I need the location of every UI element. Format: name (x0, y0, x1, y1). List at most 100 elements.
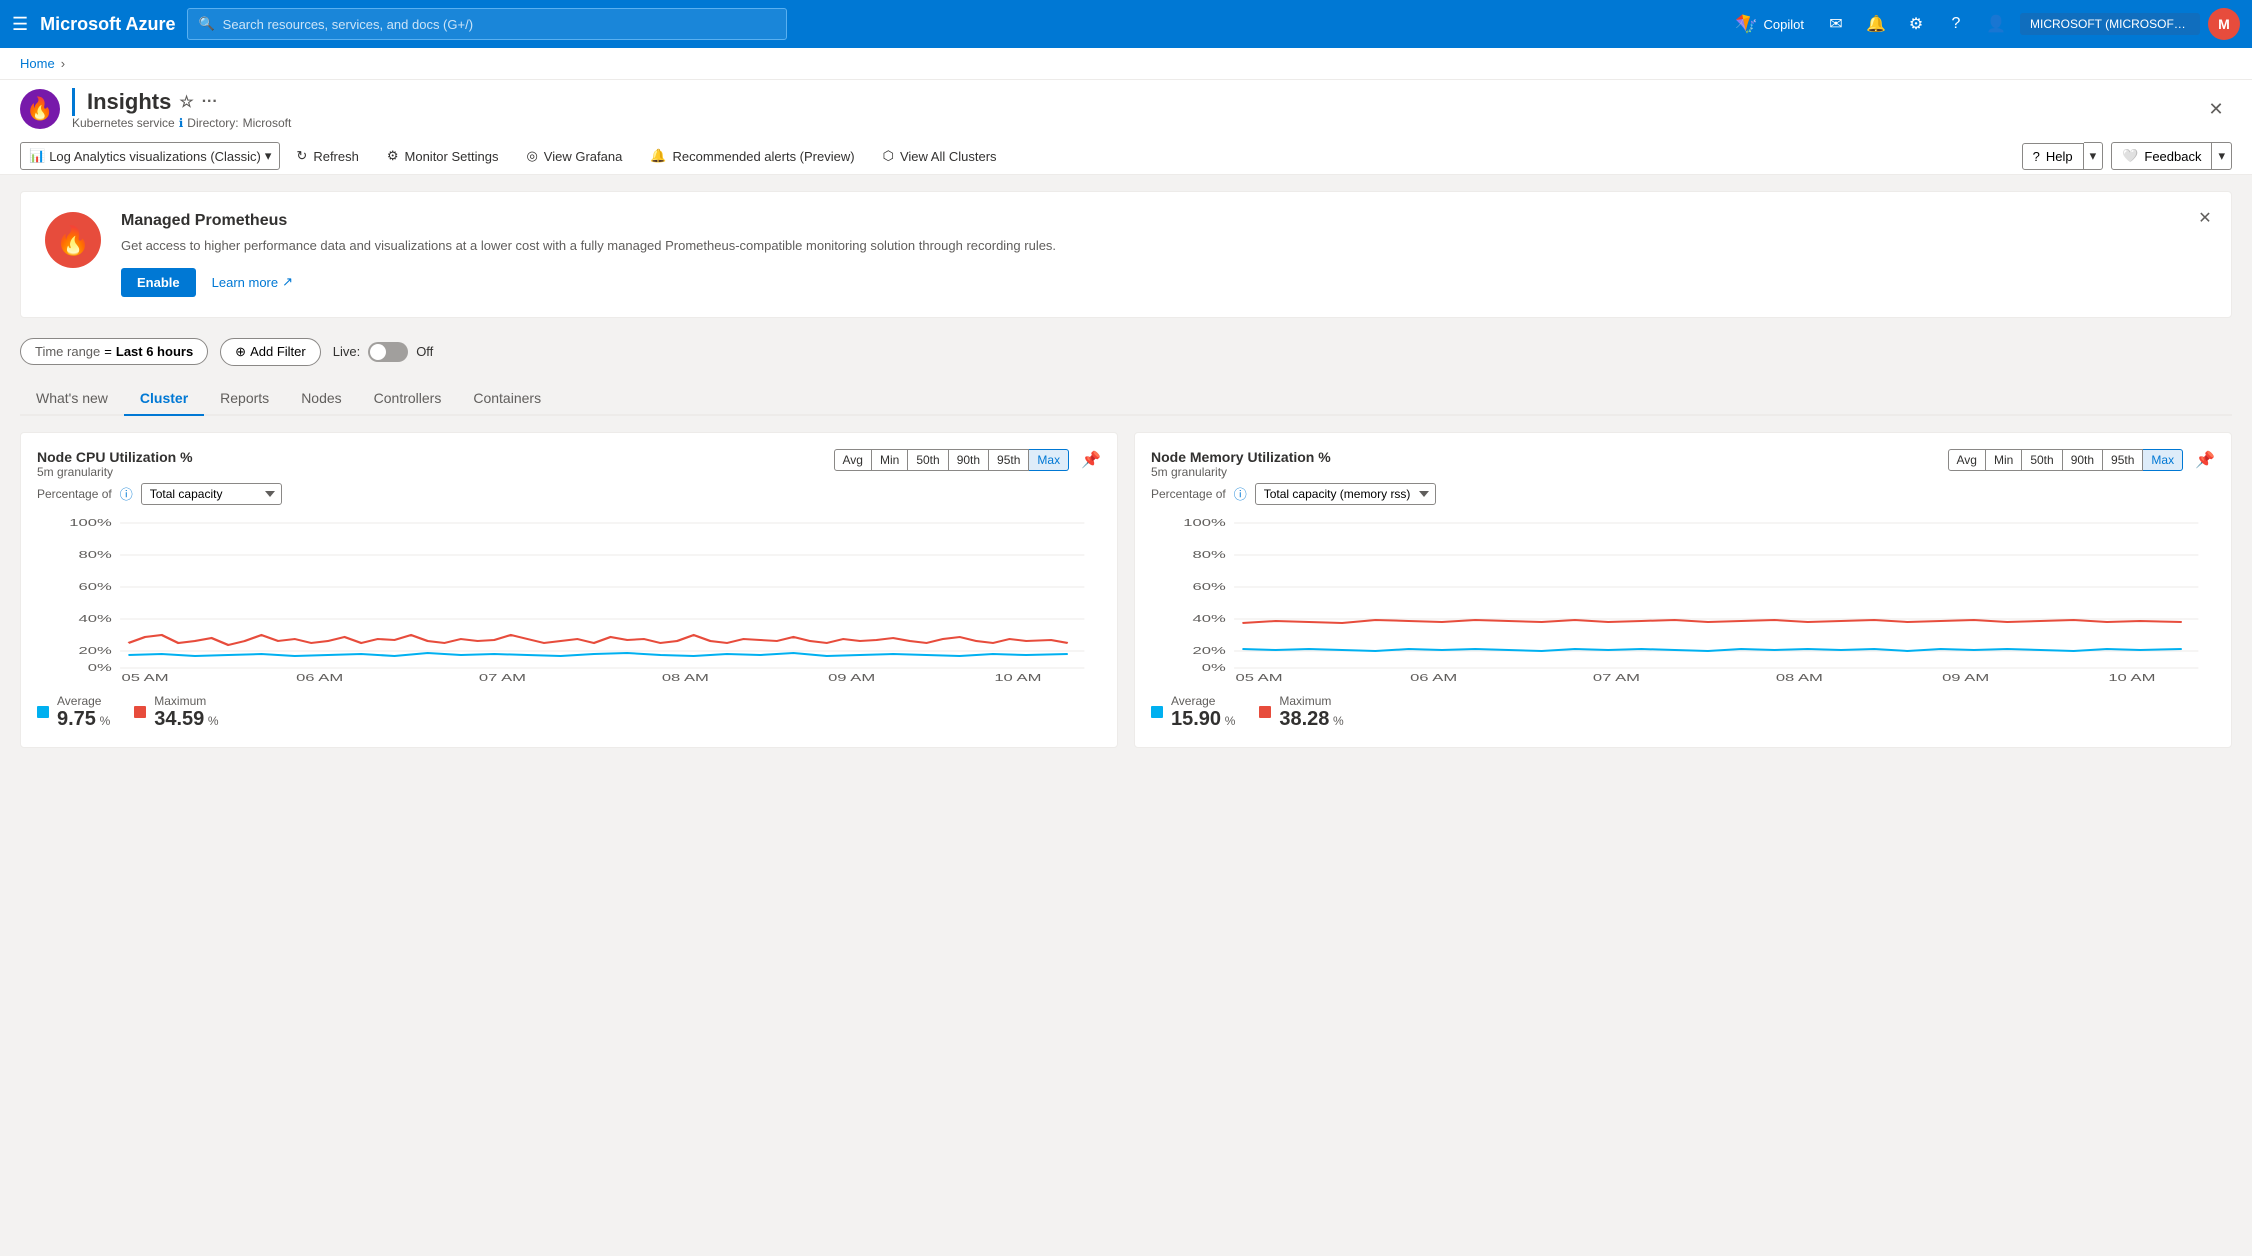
help-button[interactable]: ? (1940, 8, 1972, 40)
mem-btn-50th[interactable]: 50th (2022, 449, 2062, 471)
help-dropdown-chevron[interactable]: ▾ (2084, 142, 2104, 170)
live-toggle-switch[interactable] (368, 342, 408, 362)
memory-max-label-group: Maximum 38.28 % (1279, 694, 1343, 731)
avatar[interactable]: M (2208, 8, 2240, 40)
cpu-chart-title-group: Node CPU Utilization % 5m granularity (37, 449, 193, 479)
cpu-capacity-select[interactable]: Total capacity Allocatable capacity (141, 483, 282, 505)
visualizations-dropdown[interactable]: 📊 Log Analytics visualizations (Classic)… (20, 142, 280, 170)
info-icon: ℹ (179, 116, 184, 130)
enable-button[interactable]: Enable (121, 268, 196, 297)
prometheus-icon: 🔥 (45, 212, 101, 268)
add-filter-button[interactable]: ⊕ Add Filter (220, 338, 321, 366)
dropdown-chevron-icon: ▾ (265, 148, 272, 164)
svg-text:40%: 40% (1193, 613, 1226, 624)
close-button[interactable]: ✕ (2200, 93, 2232, 125)
kubernetes-icon: 🔥 (26, 96, 53, 122)
svg-text:09 AM: 09 AM (1942, 672, 1989, 683)
svg-text:60%: 60% (79, 581, 112, 592)
hamburger-icon[interactable]: ☰ (12, 14, 28, 35)
breadcrumb: Home › (0, 48, 2252, 80)
banner-actions: Enable Learn more ↗ (121, 268, 2207, 297)
svg-text:100%: 100% (69, 517, 111, 528)
user-profile-button[interactable]: 👤 (1980, 8, 2012, 40)
cpu-max-label: Maximum (154, 694, 218, 708)
cpu-btn-avg[interactable]: Avg (834, 449, 872, 471)
analytics-icon: 📊 (29, 148, 45, 164)
memory-chart-svg: 100% 80% 60% 40% 20% 0% 05 AM 06 AM 07 A… (1151, 513, 2215, 683)
favorite-star-icon[interactable]: ☆ (179, 92, 193, 112)
view-all-clusters-label: View All Clusters (900, 149, 997, 164)
monitor-settings-button[interactable]: ⚙ Monitor Settings (375, 142, 511, 170)
recommended-alerts-button[interactable]: 🔔 Recommended alerts (Preview) (638, 142, 866, 170)
mem-btn-min[interactable]: Min (1986, 449, 2022, 471)
cpu-avg-label: Average (57, 694, 110, 708)
settings-button[interactable]: ⚙ (1900, 8, 1932, 40)
cpu-btn-90th[interactable]: 90th (949, 449, 989, 471)
main-content: 🔥 Managed Prometheus Get access to highe… (0, 175, 2252, 764)
tab-cluster[interactable]: Cluster (124, 382, 204, 416)
help-dropdown-button[interactable]: ? Help (2022, 143, 2084, 170)
tabs: What's new Cluster Reports Nodes Control… (20, 382, 2232, 416)
svg-text:80%: 80% (1193, 549, 1226, 560)
mem-btn-95th[interactable]: 95th (2103, 449, 2143, 471)
tab-controllers[interactable]: Controllers (358, 382, 458, 416)
copilot-button[interactable]: 🪁 Copilot (1727, 10, 1812, 39)
clusters-icon: ⬡ (883, 148, 894, 164)
brand-name: Microsoft Azure (40, 14, 175, 35)
banner-description: Get access to higher performance data an… (121, 236, 2207, 256)
top-navigation: ☰ Microsoft Azure 🔍 Search resources, se… (0, 0, 2252, 48)
feedback-label: Feedback (2144, 149, 2201, 164)
memory-chart-title: Node Memory Utilization % (1151, 449, 1331, 465)
refresh-button[interactable]: ↻ Refresh (284, 142, 370, 170)
cpu-btn-50th[interactable]: 50th (908, 449, 948, 471)
memory-capacity-select[interactable]: Total capacity (memory rss) Total capaci… (1255, 483, 1436, 505)
mem-btn-max[interactable]: Max (2143, 449, 2183, 471)
cpu-max-value-row: 34.59 % (154, 708, 218, 731)
cpu-btn-95th[interactable]: 95th (989, 449, 1029, 471)
breadcrumb-home[interactable]: Home (20, 56, 55, 71)
mem-btn-90th[interactable]: 90th (2063, 449, 2103, 471)
cpu-chart-legend: Average 9.75 % Maximum 34.59 % (37, 694, 1101, 731)
svg-text:06 AM: 06 AM (1410, 672, 1457, 683)
cpu-avg-color (37, 706, 49, 718)
feedback-dropdown-chevron[interactable]: ▾ (2212, 142, 2232, 170)
svg-text:80%: 80% (79, 549, 112, 560)
memory-info-icon: ⓘ (1234, 484, 1247, 503)
feedback-button[interactable]: 🤍 Feedback (2111, 142, 2212, 170)
tab-whats-new[interactable]: What's new (20, 382, 124, 416)
memory-chart-controls: Avg Min 50th 90th 95th Max 📌 (1948, 449, 2215, 471)
tab-containers[interactable]: Containers (457, 382, 557, 416)
memory-chart-subtitle: 5m granularity (1151, 465, 1331, 479)
memory-max-value-row: 38.28 % (1279, 708, 1343, 731)
svg-text:09 AM: 09 AM (828, 672, 875, 683)
memory-dropdown-row: Percentage of ⓘ Total capacity (memory r… (1151, 483, 2215, 505)
search-bar[interactable]: 🔍 Search resources, services, and docs (… (187, 8, 787, 40)
cpu-max-color (134, 706, 146, 718)
view-grafana-button[interactable]: ◎ View Grafana (514, 142, 634, 170)
memory-max-legend: Maximum 38.28 % (1259, 694, 1343, 731)
directory-label: Directory: (187, 116, 238, 130)
notifications-button[interactable]: 🔔 (1860, 8, 1892, 40)
feedback-icon-button[interactable]: ✉ (1820, 8, 1852, 40)
memory-chart-card: Node Memory Utilization % 5m granularity… (1134, 432, 2232, 748)
memory-avg-label: Average (1171, 694, 1235, 708)
learn-more-link[interactable]: Learn more ↗ (212, 274, 293, 290)
memory-avg-value: 15.90 (1171, 708, 1221, 730)
cpu-pin-icon[interactable]: 📌 (1081, 450, 1101, 470)
cpu-btn-max[interactable]: Max (1029, 449, 1069, 471)
banner-content: Managed Prometheus Get access to higher … (121, 212, 2207, 297)
mem-btn-avg[interactable]: Avg (1948, 449, 1986, 471)
tab-reports[interactable]: Reports (204, 382, 285, 416)
time-range-button[interactable]: Time range = Last 6 hours (20, 338, 208, 365)
account-name[interactable]: MICROSOFT (MICROSOFT.ONMI... (2020, 13, 2200, 35)
memory-pin-icon[interactable]: 📌 (2195, 450, 2215, 470)
memory-avg-value-row: 15.90 % (1171, 708, 1235, 731)
tab-nodes[interactable]: Nodes (285, 382, 357, 416)
help-label: Help (2046, 149, 2073, 164)
svg-text:10 AM: 10 AM (2108, 672, 2155, 683)
view-all-clusters-button[interactable]: ⬡ View All Clusters (871, 142, 1009, 170)
banner-close-button[interactable]: ✕ (2191, 204, 2219, 232)
cpu-avg-value-row: 9.75 % (57, 708, 110, 731)
cpu-btn-min[interactable]: Min (872, 449, 908, 471)
more-options-icon[interactable]: ··· (202, 93, 218, 111)
